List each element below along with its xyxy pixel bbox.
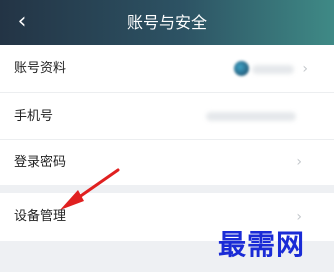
phone-number-value [206, 112, 296, 121]
login-password-row[interactable]: 登录密码 › [0, 140, 334, 185]
account-name-value [252, 65, 294, 74]
login-password-label: 登录密码 [14, 155, 67, 170]
app-header: ‹ 账号与安全 [0, 0, 334, 45]
device-management-label: 设备管理 [14, 209, 67, 224]
chevron-right-icon: › [302, 61, 308, 77]
avatar [234, 61, 249, 76]
page-title: 账号与安全 [126, 13, 207, 32]
account-profile-label: 账号资料 [14, 61, 67, 76]
phone-number-label: 手机号 [14, 109, 54, 124]
phone-number-row[interactable]: 手机号 [0, 93, 334, 140]
watermark-text: 最需网 [218, 228, 306, 261]
account-profile-row[interactable]: 账号资料 › [0, 45, 334, 93]
chevron-right-icon: › [296, 154, 302, 170]
